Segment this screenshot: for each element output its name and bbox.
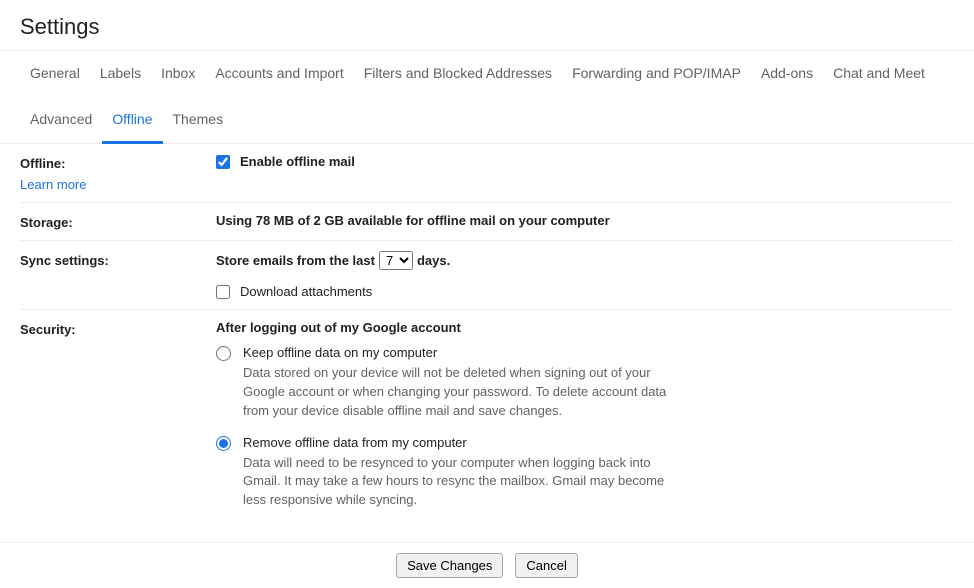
sync-label: Sync settings: bbox=[20, 251, 216, 268]
tabs-container: GeneralLabelsInboxAccounts and ImportFil… bbox=[0, 50, 974, 144]
save-button[interactable]: Save Changes bbox=[396, 553, 503, 578]
tab-filters-and-blocked-addresses[interactable]: Filters and Blocked Addresses bbox=[354, 51, 562, 98]
security-option-body-0: Keep offline data on my computer Data sto… bbox=[243, 345, 676, 421]
enable-offline-checkbox[interactable] bbox=[216, 155, 230, 169]
page-title: Settings bbox=[20, 14, 954, 40]
settings-content: Offline: Learn more Enable offline mail … bbox=[0, 144, 974, 542]
sync-days-select[interactable]: 7 bbox=[379, 251, 413, 270]
row-sync-body: Store emails from the last 7 days. Downl… bbox=[216, 251, 954, 299]
download-attachments-checkbox[interactable] bbox=[216, 285, 230, 299]
tab-general[interactable]: General bbox=[20, 51, 90, 98]
security-heading: After logging out of my Google account bbox=[216, 320, 954, 335]
enable-offline-label[interactable]: Enable offline mail bbox=[240, 154, 355, 169]
offline-label-text: Offline: bbox=[20, 156, 66, 171]
tab-advanced[interactable]: Advanced bbox=[20, 97, 102, 144]
learn-more-link[interactable]: Learn more bbox=[20, 177, 216, 192]
security-option-1: Remove offline data from my computer Data… bbox=[216, 435, 676, 511]
cancel-button[interactable]: Cancel bbox=[515, 553, 577, 578]
security-label: Security: bbox=[20, 320, 216, 337]
row-security: Security: After logging out of my Google… bbox=[20, 310, 954, 534]
download-attachments-label[interactable]: Download attachments bbox=[240, 284, 372, 299]
row-offline: Offline: Learn more Enable offline mail bbox=[20, 144, 954, 203]
tab-forwarding-and-pop-imap[interactable]: Forwarding and POP/IMAP bbox=[562, 51, 751, 98]
sync-prefix: Store emails from the last bbox=[216, 253, 375, 268]
storage-label: Storage: bbox=[20, 213, 216, 230]
security-radio-0[interactable] bbox=[216, 346, 231, 361]
security-option-body-1: Remove offline data from my computer Data… bbox=[243, 435, 676, 511]
row-security-body: After logging out of my Google account K… bbox=[216, 320, 954, 524]
tab-accounts-and-import[interactable]: Accounts and Import bbox=[205, 51, 353, 98]
storage-text: Using 78 MB of 2 GB available for offlin… bbox=[216, 213, 954, 228]
tabs: GeneralLabelsInboxAccounts and ImportFil… bbox=[0, 51, 974, 143]
row-offline-label: Offline: Learn more bbox=[20, 154, 216, 192]
security-radio-1[interactable] bbox=[216, 436, 231, 451]
security-option-title-0: Keep offline data on my computer bbox=[243, 345, 676, 360]
row-offline-body: Enable offline mail bbox=[216, 154, 954, 169]
tab-inbox[interactable]: Inbox bbox=[151, 51, 205, 98]
security-option-desc-1: Data will need to be resynced to your co… bbox=[243, 454, 676, 511]
sync-suffix: days. bbox=[417, 253, 450, 268]
footer: Save Changes Cancel bbox=[0, 542, 974, 588]
tab-labels[interactable]: Labels bbox=[90, 51, 151, 98]
tab-chat-and-meet[interactable]: Chat and Meet bbox=[823, 51, 935, 98]
security-option-0: Keep offline data on my computer Data sto… bbox=[216, 345, 676, 421]
security-option-desc-0: Data stored on your device will not be d… bbox=[243, 364, 676, 421]
row-storage: Storage: Using 78 MB of 2 GB available f… bbox=[20, 203, 954, 241]
security-option-title-1: Remove offline data from my computer bbox=[243, 435, 676, 450]
settings-header: Settings bbox=[0, 0, 974, 50]
tab-themes[interactable]: Themes bbox=[163, 97, 234, 144]
tab-offline[interactable]: Offline bbox=[102, 97, 162, 144]
tab-add-ons[interactable]: Add-ons bbox=[751, 51, 823, 98]
row-sync: Sync settings: Store emails from the las… bbox=[20, 241, 954, 310]
